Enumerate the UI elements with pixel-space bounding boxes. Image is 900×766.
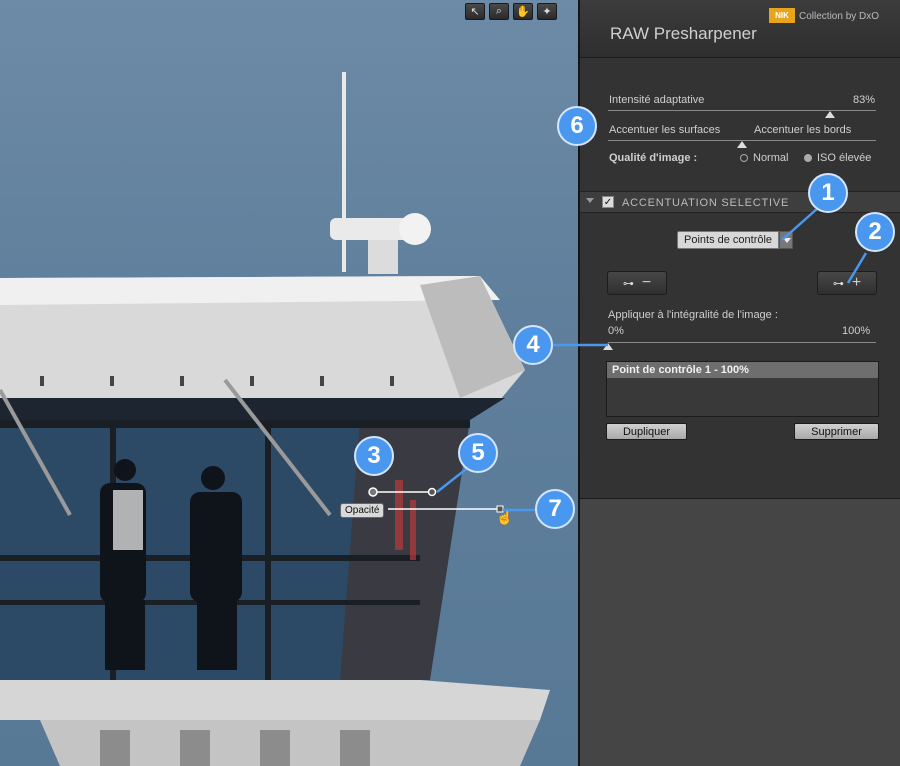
delete-button[interactable]: Supprimer (794, 423, 879, 440)
sharpen-surfaces-label: Accentuer les surfaces (609, 124, 721, 136)
radio-normal[interactable] (740, 154, 748, 163)
remove-control-point-button[interactable]: ⊶ − (607, 271, 667, 295)
plus-icon: + (851, 274, 862, 291)
collection-label: Collection by DxO (799, 11, 880, 22)
callout-badge-1: 1 (808, 173, 848, 213)
control-point-list[interactable]: Point de contrôle 1 - 100% (606, 361, 879, 417)
adaptive-intensity-value: 83% (853, 94, 876, 106)
filter-panel: NIK Collection by DxO RAW Presharpener I… (580, 0, 900, 766)
sharpen-edges-label: Accentuer les bords (754, 124, 852, 136)
selective-sharpening-header[interactable]: ✓ ACCENTUATION SELECTIVE (580, 191, 900, 213)
selective-sharpening-title: ACCENTUATION SELECTIVE (622, 197, 790, 209)
hand-cursor-icon: ☝ (496, 509, 514, 525)
filter-title: RAW Presharpener (610, 24, 757, 43)
apply-min-label: 0% (608, 325, 624, 337)
radio-high-iso[interactable] (804, 154, 812, 163)
nik-logo: NIK (769, 8, 795, 23)
callout-badge-2: 2 (855, 212, 895, 252)
collapse-triangle-icon[interactable] (586, 198, 594, 203)
apply-whole-image-label: Appliquer à l'intégralité de l'image : (608, 309, 778, 321)
viewer-toolbar: ↖ ⌕ ✋ ✦ (465, 3, 557, 20)
control-point-icon: ⊶ (832, 277, 844, 290)
list-item[interactable]: Point de contrôle 1 - 100% (607, 362, 878, 378)
apply-max-label: 100% (842, 325, 871, 337)
photo-canvas (0, 72, 550, 766)
control-point-opacity-label: Opacité (340, 503, 385, 518)
panel-header: NIK Collection by DxO RAW Presharpener (580, 0, 900, 58)
hand-icon[interactable]: ✋ (513, 3, 533, 20)
minus-icon: − (641, 274, 652, 291)
zoom-icon[interactable]: ⌕ (489, 3, 509, 20)
quality-high-iso-text: ISO élevée (817, 152, 872, 164)
dropdown-arrow-icon[interactable] (779, 231, 794, 249)
quality-high-iso-option[interactable]: ISO élevée (804, 152, 871, 164)
image-preview[interactable]: ↖ ⌕ ✋ ✦ Opacité ☝ (0, 0, 580, 766)
selective-checkbox[interactable]: ✓ (602, 196, 614, 208)
light-icon[interactable]: ✦ (537, 3, 557, 20)
image-quality-label: Qualité d'image : (609, 152, 698, 164)
callout-badge-3: 3 (354, 436, 394, 476)
add-control-point-button[interactable]: ⊶ + (817, 271, 877, 295)
adaptive-intensity-slider[interactable] (608, 110, 876, 111)
quality-normal-text: Normal (753, 152, 789, 164)
apply-whole-image-thumb[interactable] (603, 343, 613, 350)
selective-mode-dropdown[interactable]: Points de contrôle (677, 231, 794, 249)
adaptive-intensity-thumb[interactable] (825, 111, 836, 118)
surfaces-edges-thumb[interactable] (737, 141, 747, 148)
selective-mode-value: Points de contrôle (677, 231, 780, 249)
callout-badge-4: 4 (513, 325, 553, 365)
callout-badge-6: 6 (557, 106, 597, 146)
callout-badge-7: 7 (535, 489, 575, 529)
apply-whole-image-slider[interactable] (608, 342, 876, 343)
panel-empty-area (580, 498, 900, 766)
duplicate-button[interactable]: Dupliquer (606, 423, 687, 440)
control-point-icon: ⊶ (622, 277, 634, 290)
callout-badge-5: 5 (458, 433, 498, 473)
arrow-pointer-icon[interactable]: ↖ (465, 3, 485, 20)
quality-normal-option[interactable]: Normal (740, 152, 788, 164)
adaptive-intensity-label: Intensité adaptative (609, 94, 705, 106)
